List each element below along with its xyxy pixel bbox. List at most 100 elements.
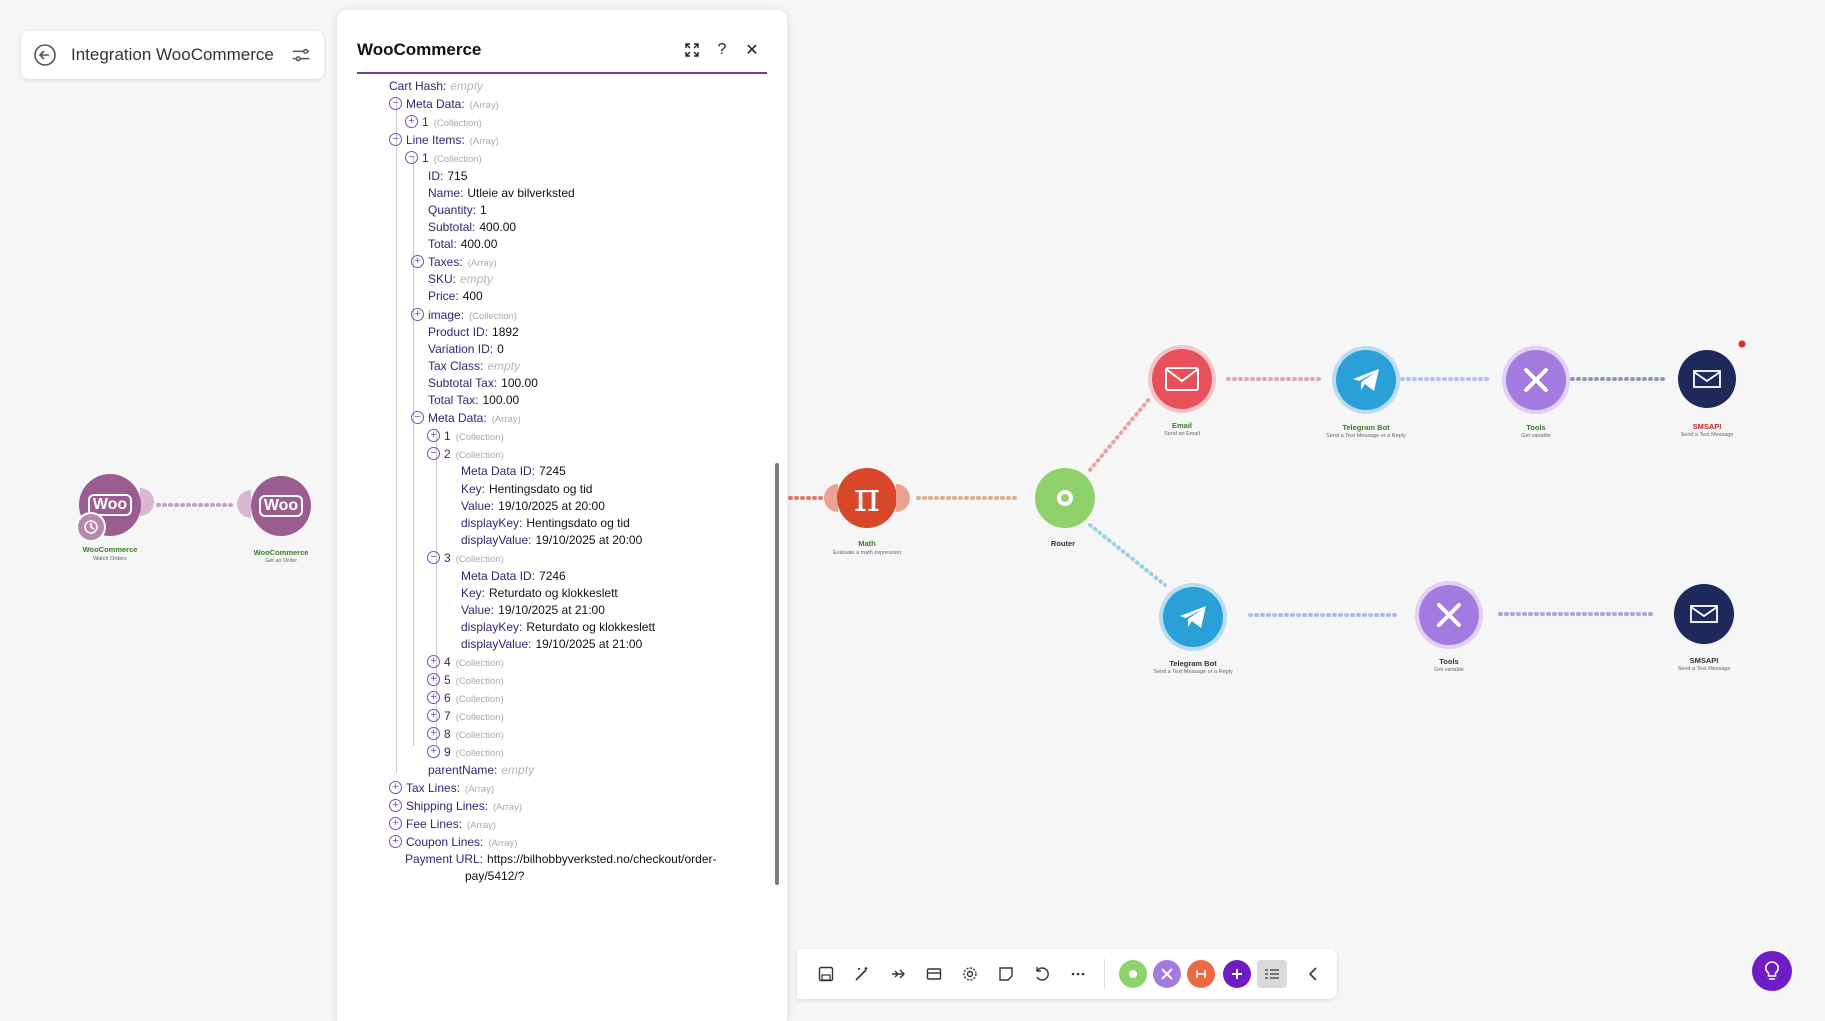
tree-row[interactable]: +9 (Collection) — [427, 742, 504, 762]
module-sublabel: Send a Text Message or a Reply — [1326, 433, 1406, 439]
close-icon[interactable]: ✕ — [737, 38, 767, 62]
add-module-icon[interactable] — [1223, 960, 1251, 988]
tree-row[interactable]: − Line Items: (Array) — [389, 130, 499, 150]
tree-value: https://bilhobbyverksted.no/checkout/ord… — [487, 852, 717, 866]
help-icon[interactable]: ? — [707, 38, 737, 62]
flow-control-icon[interactable] — [1187, 960, 1215, 988]
router-icon — [1057, 490, 1073, 506]
router-tool-icon[interactable] — [1119, 960, 1147, 988]
expand-plus-icon[interactable]: + — [427, 655, 440, 669]
module-woocommerce-get-order[interactable]: Woo — [251, 476, 311, 536]
expand-plus-icon[interactable]: + — [427, 429, 440, 443]
airplane-icon[interactable] — [887, 963, 909, 985]
collapse-minus-icon[interactable]: − — [389, 97, 402, 111]
expand-plus-icon[interactable]: + — [405, 115, 418, 129]
collapse-minus-icon[interactable]: − — [389, 133, 402, 147]
tree-type: (Array) — [488, 838, 518, 849]
tree-row[interactable]: +7 (Collection) — [427, 706, 504, 726]
route-router-email — [1088, 396, 1152, 472]
tree-key: 6 — [444, 691, 451, 705]
tree-row: Payment URL: https://bilhobbyverksted.no/… — [405, 849, 717, 869]
tree-row[interactable]: − Meta Data: (Array) — [389, 94, 499, 114]
tree-value: 7245 — [539, 464, 566, 478]
tree-empty: empty — [487, 359, 521, 373]
sms-envelope-icon — [1690, 605, 1718, 623]
bottom-toolbar — [797, 949, 1337, 999]
tree-row: Price: 400 — [428, 286, 483, 306]
tree-row[interactable]: + Shipping Lines: (Array) — [389, 796, 522, 816]
module-tools-2[interactable] — [1419, 585, 1479, 645]
module-sublabel: Send a Text Message or a Reply — [1153, 669, 1233, 675]
module-math[interactable]: π — [837, 468, 897, 528]
tree-key: 7 — [444, 709, 451, 723]
tree-row[interactable]: + Fee Lines: (Array) — [389, 814, 496, 834]
module-sublabel: Send a Text Message — [1677, 666, 1731, 672]
expand-plus-icon[interactable]: + — [389, 781, 402, 795]
expand-plus-icon[interactable]: + — [427, 745, 440, 759]
module-label: Telegram Bot — [1342, 423, 1390, 432]
tree-row: pay/5412/? — [461, 866, 524, 886]
tree-key: displayValue: — [461, 533, 532, 547]
tree-row[interactable]: −3 (Collection) — [427, 548, 504, 568]
tree-value: pay/5412/? — [465, 869, 525, 883]
tree-row[interactable]: +4 (Collection) — [427, 652, 504, 672]
expand-plus-icon[interactable]: + — [427, 727, 440, 741]
tree-key: Quantity: — [428, 203, 477, 217]
collapse-chevron-icon[interactable] — [1302, 963, 1324, 985]
expand-plus-icon[interactable]: + — [389, 817, 402, 831]
tree-empty: empty — [460, 272, 493, 286]
datastore-icon[interactable] — [923, 963, 945, 985]
tree-row[interactable]: − Meta Data: (Array) — [411, 408, 521, 428]
tree-row[interactable]: −1 (Collection) — [405, 148, 482, 168]
panel-scrollbar[interactable] — [775, 463, 779, 885]
save-icon[interactable] — [815, 963, 837, 985]
tree-row[interactable]: +1 (Collection) — [427, 426, 504, 446]
tree-key: Price: — [428, 289, 459, 303]
tree-type: (Array) — [469, 100, 499, 111]
undo-icon[interactable] — [1031, 963, 1053, 985]
tree-value: 19/10/2025 at 20:00 — [535, 533, 643, 547]
collapse-minus-icon[interactable]: − — [427, 447, 440, 461]
expand-plus-icon[interactable]: + — [427, 673, 440, 687]
tree-row[interactable]: +6 (Collection) — [427, 688, 504, 708]
module-smsapi-2[interactable] — [1674, 584, 1734, 644]
expand-plus-icon[interactable]: + — [427, 691, 440, 705]
tools-tool-icon[interactable] — [1153, 960, 1181, 988]
more-icon[interactable] — [1067, 963, 1089, 985]
collapse-minus-icon[interactable]: − — [411, 411, 424, 425]
tree-row: Total Tax: 100.00 — [428, 390, 519, 410]
module-email[interactable] — [1152, 349, 1212, 409]
tree-value: Hentingsdato og tid — [526, 516, 630, 530]
tree-row: parentName: empty — [428, 760, 534, 780]
expand-plus-icon[interactable]: + — [389, 799, 402, 813]
tree-value: Returdato og klokkeslett — [489, 586, 618, 600]
tree-type: (Array) — [491, 414, 521, 425]
module-tools-1[interactable] — [1506, 350, 1566, 410]
module-telegram-bot-1[interactable] — [1336, 350, 1396, 410]
module-router[interactable] — [1035, 468, 1095, 528]
gear-icon[interactable] — [959, 963, 981, 985]
tree-key: Variation ID: — [428, 342, 494, 356]
lightbulb-icon[interactable] — [1752, 951, 1792, 991]
expand-plus-icon[interactable]: + — [411, 308, 424, 322]
tree-row: displayValue: 19/10/2025 at 20:00 — [461, 530, 642, 550]
expand-icon[interactable] — [677, 38, 707, 62]
module-telegram-bot-2[interactable] — [1163, 587, 1223, 647]
expand-plus-icon[interactable]: + — [427, 709, 440, 723]
tree-row[interactable]: +5 (Collection) — [427, 670, 504, 690]
tree-type: (Collection) — [455, 676, 504, 687]
module-smsapi-1[interactable] — [1678, 350, 1736, 408]
expand-plus-icon[interactable]: + — [389, 835, 402, 849]
expand-plus-icon[interactable]: + — [411, 255, 424, 269]
tree-type: (Array) — [469, 136, 499, 147]
tree-row[interactable]: + Tax Lines: (Array) — [389, 778, 494, 798]
magic-wand-icon[interactable] — [851, 963, 873, 985]
collapse-minus-icon[interactable]: − — [427, 551, 440, 565]
tree-value: 19/10/2025 at 21:00 — [535, 637, 643, 651]
trigger-clock-icon[interactable] — [76, 512, 106, 542]
checklist-icon[interactable] — [1257, 960, 1287, 988]
tree-row[interactable]: +8 (Collection) — [427, 724, 504, 744]
tree-row[interactable]: +1 (Collection) — [405, 112, 482, 132]
collapse-minus-icon[interactable]: − — [405, 151, 418, 165]
note-icon[interactable] — [995, 963, 1017, 985]
